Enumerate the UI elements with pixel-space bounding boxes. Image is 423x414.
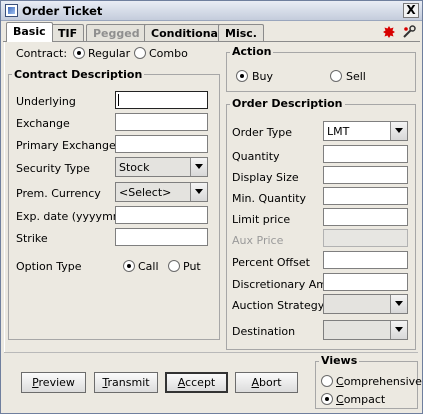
option-call-label: Call [138,260,159,273]
chevron-down-icon[interactable] [390,321,407,339]
app-icon [5,4,18,17]
quantity-input[interactable] [323,145,408,163]
chevron-down-icon[interactable] [190,183,207,201]
security-type-label: Security Type [16,162,90,175]
security-type-select[interactable]: Stock [115,157,208,177]
option-put-label: Put [183,260,201,273]
option-call-radio[interactable] [123,260,135,272]
min-quantity-label: Min. Quantity [232,192,307,205]
comprehensive-mnemonic: C [336,375,344,388]
contract-label: Contract: [16,47,68,60]
contract-combo-label: Combo [149,47,188,60]
abort-mnemonic: A [251,376,259,389]
preview-label-rest: review [38,376,75,389]
tab-misc[interactable]: Misc. [218,24,264,41]
comprehensive-label-rest: omprehensive [343,375,422,388]
action-sell-radio[interactable] [330,70,342,82]
destination-select[interactable] [323,320,408,340]
window-title: Order Ticket [22,4,103,18]
view-comprehensive-radio[interactable] [321,375,333,387]
order-type-select[interactable]: LMT [323,121,408,141]
security-type-value: Stock [119,161,150,174]
prem-currency-value: <Select> [119,186,172,199]
accept-label-rest: ccept [185,376,216,389]
auction-strategy-select[interactable] [323,294,408,314]
limit-price-input[interactable] [323,208,408,226]
chevron-down-icon[interactable] [390,295,407,313]
compact-label-rest: ompact [343,393,386,406]
view-compact-radio[interactable] [321,393,333,405]
accept-mnemonic: A [177,376,186,389]
action-title: Action [230,45,274,58]
discretionary-amt-input[interactable] [323,273,408,291]
tab-basic[interactable]: Basic [6,22,53,42]
action-sell-label: Sell [346,70,366,83]
order-type-label: Order Type [232,126,293,139]
abort-button[interactable]: Abort [235,372,298,393]
contract-description-title: Contract Description [12,68,145,81]
order-ticket-window: Order Ticket X Basic TIF Pegged Conditio… [0,0,423,414]
tab-tif[interactable]: TIF [51,24,85,41]
prem-currency-label: Prem. Currency [16,187,101,200]
views-title: Views [319,354,360,367]
preview-button[interactable]: Preview [21,372,86,393]
accept-button[interactable]: Accept [165,372,228,393]
view-compact-label: Compact [336,393,385,406]
option-put-radio[interactable] [168,260,180,272]
contract-combo-radio[interactable] [134,47,146,59]
aux-price-input [323,229,408,247]
discretionary-amt-label: Discretionary Amt [232,278,332,291]
tool-icon[interactable] [402,25,416,39]
underlying-input[interactable] [115,91,208,109]
view-comprehensive-label: Comprehensive [336,375,422,388]
auction-strategy-label: Auction Strategy [232,299,325,312]
exp-date-label: Exp. date (yyyymm) [16,210,128,223]
exp-date-input[interactable] [115,206,208,224]
chevron-down-icon[interactable] [190,158,207,176]
display-size-label: Display Size [232,171,299,184]
abort-label-rest: bort [258,376,282,389]
bug-icon[interactable] [383,26,395,38]
exchange-label: Exchange [16,117,70,130]
percent-offset-input[interactable] [323,251,408,269]
contract-regular-radio[interactable] [73,47,85,59]
prem-currency-select[interactable]: <Select> [115,182,208,202]
chevron-down-icon[interactable] [390,122,407,140]
order-type-value: LMT [327,125,350,138]
tab-conditional[interactable]: Conditional [144,24,229,41]
primary-exchange-label: Primary Exchange [16,139,116,152]
aux-price-label: Aux Price [232,234,284,247]
option-type-label: Option Type [16,260,82,273]
action-buy-radio[interactable] [236,70,248,82]
basic-tab-panel: Contract: Regular Combo Contract Descrip… [4,42,420,352]
transmit-label-rest: ransmit [107,376,150,389]
order-description-title: Order Description [230,97,345,110]
strike-label: Strike [16,232,48,245]
tab-pegged[interactable]: Pegged [86,24,147,41]
transmit-button[interactable]: Transmit [94,372,158,393]
primary-exchange-input[interactable] [115,135,208,153]
exchange-input[interactable] [115,113,208,131]
display-size-input[interactable] [323,166,408,184]
percent-offset-label: Percent Offset [232,256,310,269]
destination-label: Destination [232,325,296,338]
quantity-label: Quantity [232,150,280,163]
compact-mnemonic: C [336,393,344,406]
close-button[interactable]: X [403,3,419,18]
contract-regular-label: Regular [88,47,131,60]
bottom-divider [4,352,418,353]
limit-price-label: Limit price [232,213,291,226]
title-bar[interactable]: Order Ticket X [1,1,422,21]
action-buy-label: Buy [252,70,274,83]
underlying-label: Underlying [16,95,76,108]
strike-input[interactable] [115,228,208,246]
min-quantity-input[interactable] [323,187,408,205]
